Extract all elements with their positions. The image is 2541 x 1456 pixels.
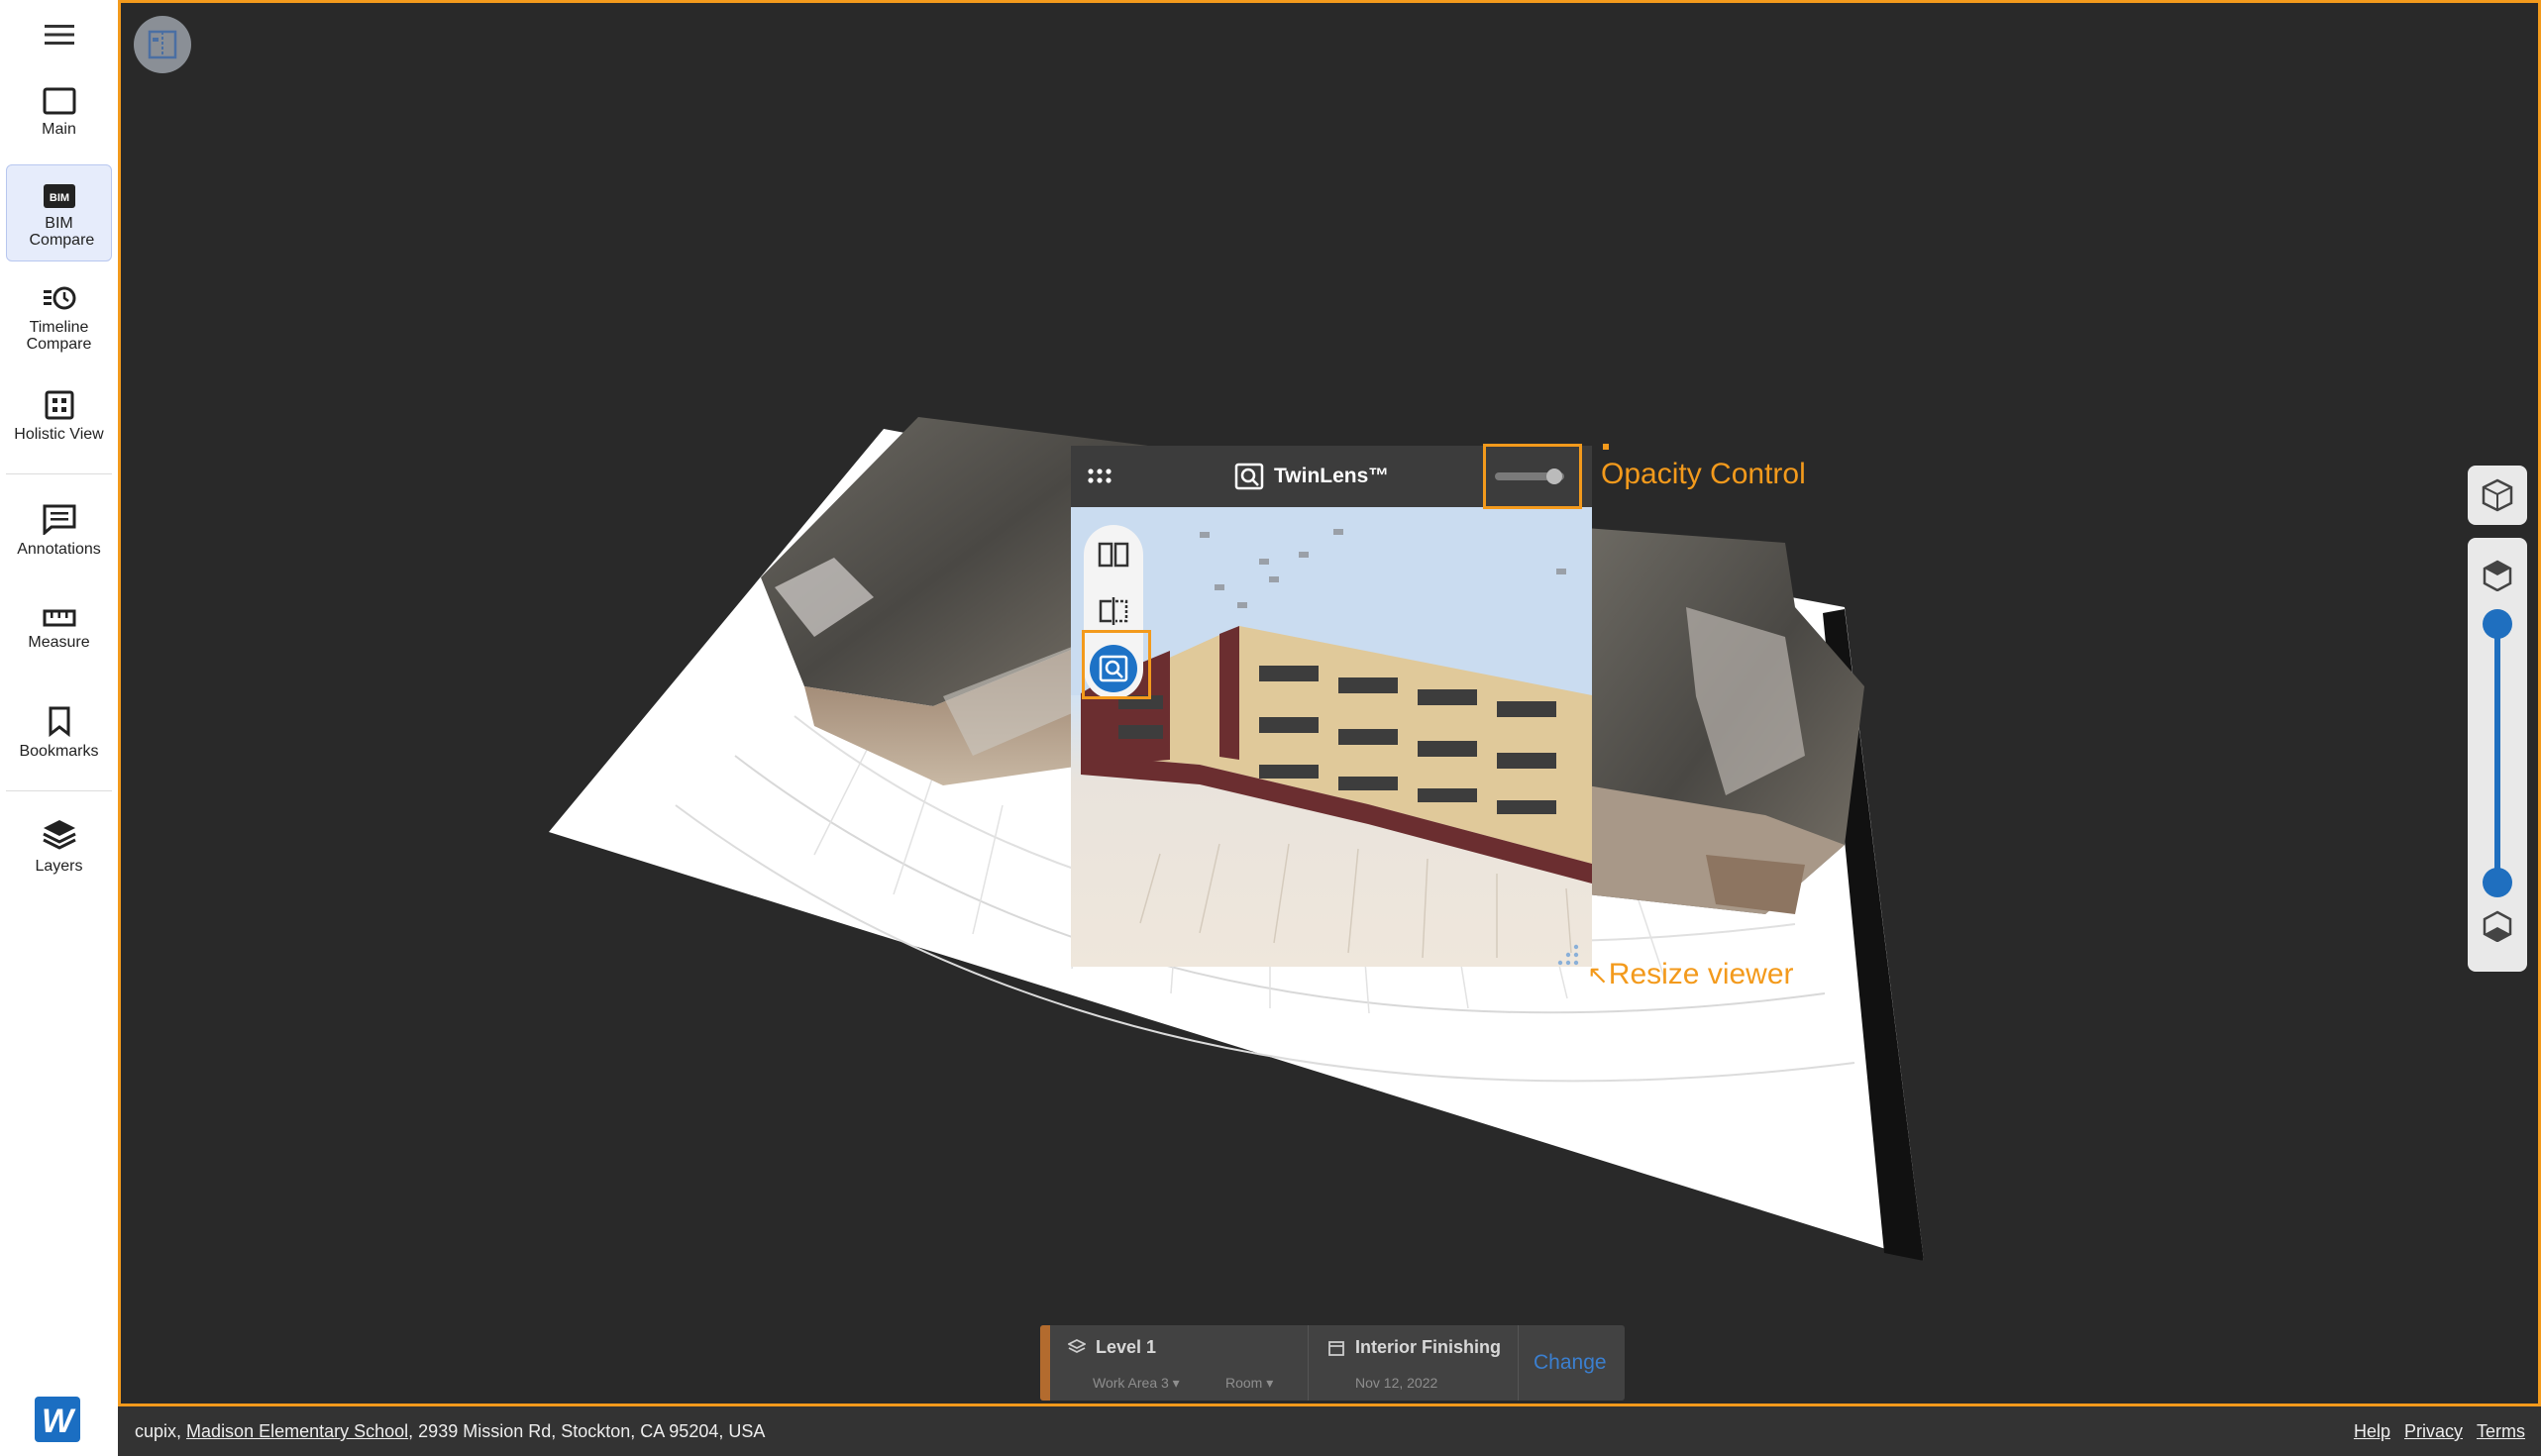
drag-handle-icon[interactable] <box>1087 467 1112 486</box>
opacity-control-callout: Opacity Control <box>1601 458 1806 490</box>
sidebar-item-label: Timeline Compare <box>26 319 92 353</box>
sidebar-item-label: Bookmarks <box>19 743 99 760</box>
org-name: cupix, <box>135 1421 182 1441</box>
work-area-dropdown[interactable]: Work Area 3 ▾ <box>1093 1375 1180 1392</box>
layers-icon <box>1068 1338 1086 1353</box>
sidebar-divider <box>6 790 112 791</box>
resize-viewer-label: Resize viewer <box>1608 958 1794 990</box>
layers-icon <box>42 820 76 850</box>
left-sidebar: Main BIM BIM Compare Timeline Compare Ho… <box>0 0 119 1456</box>
elevation-range-slider[interactable] <box>2468 538 2527 972</box>
3d-viewport[interactable]: TwinLens™ Opacity Control ↖Resize viewer… <box>118 0 2541 1406</box>
project-address: cupix, Madison Elementary School, 2939 M… <box>135 1421 765 1442</box>
slider-bottom-knob[interactable] <box>2483 868 2512 897</box>
twinlens-window[interactable]: TwinLens™ <box>1071 444 1609 967</box>
sidebar-item-label: Measure <box>28 634 90 651</box>
bim-model-render <box>1071 507 1592 966</box>
sidebar-item-bookmarks[interactable]: Bookmarks <box>6 705 112 767</box>
panel-divider <box>1518 1325 1519 1401</box>
phase-date: Nov 12, 2022 <box>1355 1375 1438 1391</box>
address-text: , 2939 Mission Rd, Stockton, CA 95204, U… <box>408 1421 766 1441</box>
panel-divider <box>1308 1325 1309 1401</box>
sidebar-item-label: Layers <box>35 858 83 875</box>
twinlens-title-text: TwinLens™ <box>1274 465 1390 487</box>
slider-top-knob[interactable] <box>2483 609 2512 639</box>
panel-accent <box>1040 1325 1050 1401</box>
box-view-icon <box>2482 478 2513 512</box>
split-compare-icon <box>1099 597 1128 625</box>
bim-icon: BIM <box>43 184 75 208</box>
terms-link[interactable]: Terms <box>2477 1421 2525 1442</box>
opacity-control-highlight <box>1483 444 1582 509</box>
sidebar-item-bim-compare[interactable]: BIM BIM Compare <box>6 164 112 261</box>
sidebar-item-label: Annotations <box>17 541 101 558</box>
twinlens-mode-highlight <box>1082 630 1151 699</box>
hamburger-menu-icon[interactable] <box>35 18 84 52</box>
project-link[interactable]: Madison Elementary School <box>186 1421 408 1441</box>
bookmark-icon <box>49 706 69 737</box>
sidebar-item-holistic-view[interactable]: Holistic View <box>6 390 112 452</box>
sidebar-item-layers[interactable]: Layers <box>6 818 112 882</box>
grid-icon <box>45 390 73 420</box>
footer-links: Help Privacy Terms <box>2354 1421 2525 1442</box>
slider-track[interactable] <box>2494 622 2500 882</box>
point-cloud-right <box>1585 528 1864 914</box>
room-dropdown[interactable]: Room ▾ <box>1225 1375 1273 1392</box>
twinlens-icon <box>1234 463 1264 490</box>
opacity-control-highlight <box>1603 444 1609 450</box>
ruler-icon <box>43 609 75 627</box>
sidebar-item-label: Holistic View <box>14 426 104 443</box>
twinlens-title: TwinLens™ <box>1234 446 1389 507</box>
svg-text:BIM: BIM <box>49 192 68 204</box>
twinlens-bim-view[interactable] <box>1071 507 1592 967</box>
side-by-side-icon <box>1098 542 1129 568</box>
annotation-icon <box>43 504 75 535</box>
sidebar-item-measure[interactable]: Measure <box>6 608 112 664</box>
level-label: Level 1 <box>1096 1337 1157 1357</box>
box-top-icon <box>2483 560 2512 591</box>
view-cube-button[interactable] <box>2468 466 2527 525</box>
sidebar-item-timeline-compare[interactable]: Timeline Compare <box>6 283 112 363</box>
level-phase-panel: Level 1 Work Area 3 ▾ Room ▾ Interior Fi… <box>1040 1325 1625 1401</box>
split-mode-button[interactable] <box>1090 587 1137 635</box>
change-button[interactable]: Change <box>1534 1325 1607 1401</box>
svg-text:W: W <box>42 1403 76 1440</box>
sidebar-item-annotations[interactable]: Annotations <box>6 503 112 565</box>
rectangle-icon <box>43 87 75 115</box>
level-selector[interactable]: Level 1 <box>1068 1337 1156 1358</box>
phase-selector[interactable]: Interior Finishing <box>1327 1337 1501 1358</box>
calendar-icon <box>1328 1340 1344 1356</box>
side-by-side-mode-button[interactable] <box>1090 531 1137 578</box>
sidebar-item-main[interactable]: Main <box>6 87 112 151</box>
phase-label: Interior Finishing <box>1355 1337 1501 1357</box>
sidebar-divider <box>6 473 112 474</box>
sidebar-item-label: BIM Compare <box>29 215 95 249</box>
status-bar: cupix, Madison Elementary School, 2939 M… <box>118 1406 2541 1456</box>
privacy-link[interactable]: Privacy <box>2404 1421 2463 1442</box>
box-bottom-icon <box>2483 910 2512 942</box>
resize-viewer-callout: ↖Resize viewer <box>1587 958 1794 991</box>
help-link[interactable]: Help <box>2354 1421 2390 1442</box>
arrow-icon: ↖ <box>1587 960 1609 989</box>
sidebar-item-label: Main <box>42 121 76 138</box>
app-logo: W <box>35 1397 80 1442</box>
timeline-icon <box>43 286 75 310</box>
